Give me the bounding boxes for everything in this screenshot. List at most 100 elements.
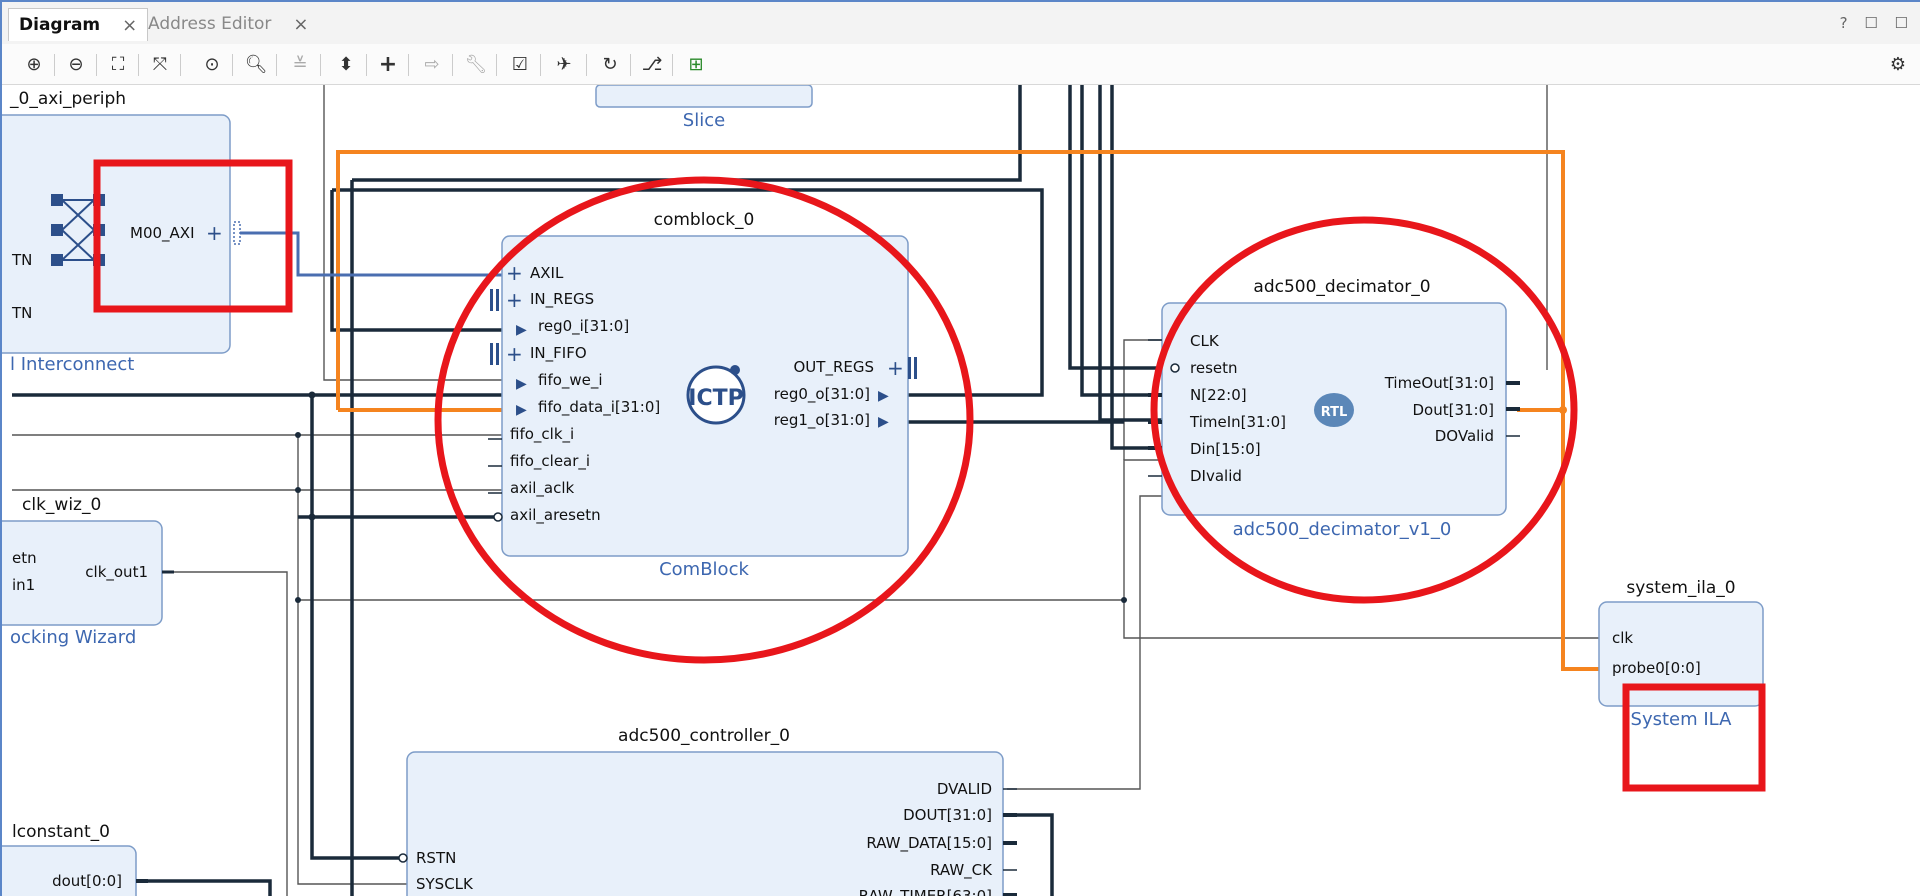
close-icon[interactable]: ×	[293, 14, 308, 35]
slice-block[interactable]: Slice	[595, 85, 813, 131]
toolbar-separator	[138, 54, 139, 76]
controller-pin: RAW_DATA[15:0]	[866, 834, 992, 853]
ictp-logo: ICTP	[686, 365, 746, 425]
arrow-right-icon: ▶	[516, 402, 527, 418]
rtl-logo: RTL	[1314, 393, 1354, 427]
tab-diagram-label: Diagram	[19, 15, 101, 35]
expand-plus-icon[interactable]: +	[506, 261, 523, 285]
bus-port-icon[interactable]	[490, 289, 493, 311]
comblock-pin: reg1_o[31:0]	[774, 411, 870, 430]
toolbar-separator	[96, 54, 97, 76]
xlconstant-pin: dout[0:0]	[52, 872, 122, 890]
decimator-type-label: adc500_decimator_v1_0	[1233, 519, 1452, 540]
decimator-name: adc500_decimator_0	[1253, 277, 1430, 297]
zoom-fit-icon[interactable]: ⛶	[104, 50, 132, 78]
center-icon[interactable]: ⊙	[198, 50, 226, 78]
decimator-pin: CLK	[1190, 332, 1220, 350]
toolbar-separator	[54, 54, 55, 76]
controller-pin: DOUT[31:0]	[903, 806, 992, 824]
window-controls[interactable]: ? ☐ ☐	[1840, 14, 1914, 32]
system-ila-type: System ILA	[1631, 709, 1733, 730]
regenerate-icon[interactable]: ↻	[596, 50, 624, 78]
toolbar-separator	[630, 54, 631, 76]
decimator-pin: Din[15:0]	[1190, 440, 1261, 458]
zoom-selection-icon[interactable]: ⤧	[146, 50, 174, 78]
clk-wiz-pin: in1	[12, 576, 35, 594]
controller-block[interactable]: adc500_controller_0 RSTN SYSCLK DVALID D…	[398, 726, 1017, 896]
close-icon[interactable]: ×	[122, 15, 137, 36]
axi-periph-type: l Interconnect	[10, 354, 134, 375]
ictp-logo-text: ICTP	[688, 386, 743, 411]
optimize-routing-icon[interactable]: ⎇	[638, 50, 666, 78]
clk-wiz-pin: clk_out1	[85, 563, 148, 582]
clk-wiz-block[interactable]: clk_wiz_0 etn in1 clk_out1 ocking Wizard	[2, 495, 174, 648]
axi-periph-name: _0_axi_periph	[9, 89, 126, 109]
validate-icon[interactable]: ☑	[506, 50, 534, 78]
comblock-pin: reg0_o[31:0]	[774, 385, 870, 404]
comblock-pin: fifo_data_i[31:0]	[538, 398, 660, 417]
decimator-pin: resetn	[1190, 359, 1238, 377]
decimator-pin: DIvalid	[1190, 467, 1242, 485]
collapse-icon[interactable]: ≚	[286, 50, 314, 78]
toolbar-separator	[672, 54, 673, 76]
expand-plus-icon[interactable]: +	[506, 342, 523, 366]
bus-port-icon[interactable]	[908, 357, 911, 379]
orange-net-ila	[1517, 408, 1599, 671]
expand-icon[interactable]: ⬍	[332, 50, 360, 78]
decimator-pin: N[22:0]	[1190, 386, 1247, 404]
tab-bar: Diagram × Address Editor × ? ☐ ☐	[2, 2, 1920, 45]
comblock-pin: AXIL	[530, 264, 564, 282]
comblock-pin: fifo_we_i	[538, 371, 603, 390]
auto-connect-icon[interactable]: ✈	[550, 50, 578, 78]
decimator-block[interactable]: adc500_decimator_0 CLK resetn N[22:0] Ti…	[1148, 277, 1520, 540]
tab-diagram[interactable]: Diagram ×	[8, 8, 149, 41]
diagram-canvas[interactable]: Slice _0_axi_periph TN TN M00_AXI + l In…	[2, 85, 1920, 896]
toolbar-separator	[320, 54, 321, 76]
toolbar-separator	[452, 54, 453, 76]
settings-icon[interactable]: 🔧︎	[462, 50, 490, 78]
controller-pin: RAW_TIMER[63:0]	[859, 887, 992, 896]
expand-plus-icon[interactable]: +	[506, 288, 523, 312]
controller-pin: RSTN	[416, 849, 456, 867]
arrow-right-icon: ▶	[878, 414, 889, 430]
system-ila-pin: clk	[1612, 629, 1633, 647]
slice-type-label: Slice	[683, 110, 725, 131]
controller-pin: SYSCLK	[416, 875, 474, 893]
toolbar-separator	[496, 54, 497, 76]
xlconstant-name: lconstant_0	[12, 822, 110, 842]
comblock-pin: axil_aclk	[510, 479, 575, 498]
toolbar-separator	[540, 54, 541, 76]
rtl-logo-text: RTL	[1321, 405, 1348, 420]
bus-port-icon[interactable]	[490, 343, 493, 365]
m00-axi-label: M00_AXI	[130, 224, 195, 243]
comblock-pin: reg0_i[31:0]	[538, 317, 629, 336]
axi-interconnect-block[interactable]: _0_axi_periph TN TN M00_AXI + l Intercon…	[2, 89, 241, 375]
comblock-pin: axil_aresetn	[510, 506, 601, 525]
comblock-pin: fifo_clk_i	[510, 425, 574, 444]
bus-port-icon[interactable]	[233, 221, 241, 245]
gear-icon[interactable]: ⚙	[1884, 50, 1912, 78]
expand-plus-icon[interactable]: +	[887, 356, 904, 380]
block-diagram[interactable]: Slice _0_axi_periph TN TN M00_AXI + l In…	[2, 85, 1920, 896]
clk-wiz-type: ocking Wizard	[10, 627, 136, 648]
zoom-in-icon[interactable]: ⊕	[20, 50, 48, 78]
decimator-pin: TimeOut[31:0]	[1384, 374, 1494, 392]
hierarchy-icon[interactable]: ⊞	[682, 50, 710, 78]
toolbar: ⊕ ⊖ ⛶ ⤧ ⊙ 🔍︎ ≚ ⬍ + ⇨ 🔧︎ ☑ ✈ ↻ ⎇ ⊞ ⚙	[2, 44, 1920, 85]
clk-wiz-pin: etn	[12, 549, 37, 567]
toolbar-separator	[180, 54, 181, 76]
add-ip-icon[interactable]: +	[374, 50, 402, 78]
tab-address-editor[interactable]: Address Editor ×	[138, 8, 319, 40]
zoom-out-icon[interactable]: ⊖	[62, 50, 90, 78]
make-external-icon[interactable]: ⇨	[418, 50, 446, 78]
comblock-pin: fifo_clear_i	[510, 452, 590, 471]
decimator-pin: Dout[31:0]	[1412, 401, 1494, 419]
search-icon[interactable]: 🔍︎	[242, 50, 270, 78]
comblock-pin: OUT_REGS	[794, 358, 875, 377]
expand-plus-icon[interactable]: +	[206, 221, 223, 245]
system-ila-name: system_ila_0	[1626, 578, 1735, 598]
comblock-name: comblock_0	[654, 210, 755, 230]
comblock-pin: IN_REGS	[530, 290, 594, 309]
xlconstant-block[interactable]: lconstant_0 dout[0:0]	[2, 822, 148, 896]
comblock-block[interactable]: comblock_0 + + ▶ + ▶ ▶ AXIL IN_REGS reg0…	[488, 210, 917, 580]
